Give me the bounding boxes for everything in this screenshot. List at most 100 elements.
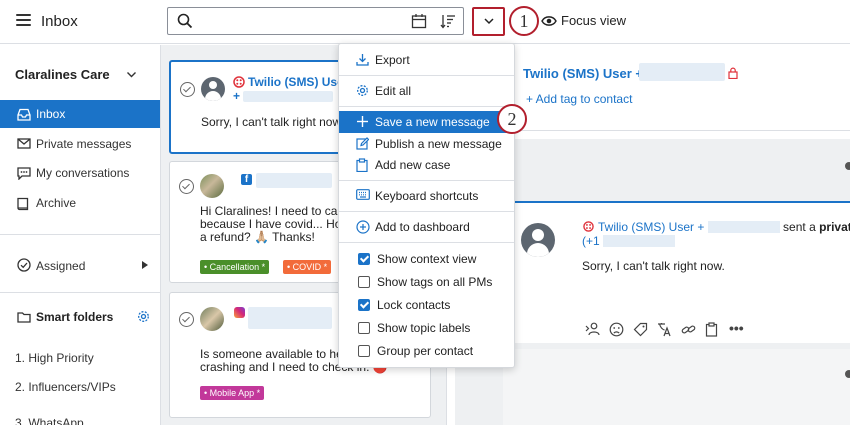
sidebar-item-assigned[interactable]: Assigned bbox=[0, 252, 160, 280]
smart-folder-item[interactable]: 2. Influencers/VIPs bbox=[15, 380, 116, 394]
menu-divider bbox=[339, 242, 514, 243]
toggle-show-tags-on-all-pms[interactable]: Show tags on all PMs bbox=[339, 271, 514, 293]
chat-icon bbox=[17, 167, 31, 180]
expand-arrow-icon bbox=[142, 261, 148, 269]
menu-divider bbox=[339, 211, 514, 212]
more-options-icon[interactable]: ••• bbox=[729, 320, 744, 336]
chevron-down-icon bbox=[484, 18, 494, 25]
toggle-label: Show context view bbox=[377, 252, 477, 266]
circle-plus-icon bbox=[356, 220, 370, 234]
sidebar: Claralines Care Inbox Private messages M… bbox=[0, 45, 161, 425]
select-check-icon[interactable] bbox=[179, 312, 194, 327]
keyboard-icon bbox=[356, 189, 370, 200]
menu-item-label: Publish a new message bbox=[375, 137, 502, 151]
edge-indicator-dot bbox=[845, 370, 850, 378]
menu-divider bbox=[339, 180, 514, 181]
checkbox-checked[interactable] bbox=[358, 299, 370, 311]
message-card: Twilio (SMS) User + sent a private m (+1… bbox=[503, 201, 850, 343]
checkbox-checked[interactable] bbox=[358, 253, 370, 265]
calendar-icon[interactable] bbox=[411, 13, 427, 29]
link-icon[interactable] bbox=[681, 322, 696, 340]
tag-cancellation[interactable]: • Cancellation * bbox=[200, 260, 270, 274]
menu-item-label: Keyboard shortcuts bbox=[375, 189, 479, 203]
sidebar-item-private-messages[interactable]: Private messages bbox=[0, 130, 160, 158]
checkbox-unchecked[interactable] bbox=[358, 345, 370, 357]
message-type: private m bbox=[819, 220, 850, 234]
toggle-label: Show topic labels bbox=[377, 321, 471, 335]
phone-prefix: + bbox=[233, 89, 241, 103]
tag-covid[interactable]: • COVID * bbox=[283, 260, 332, 274]
tag-icon[interactable] bbox=[633, 322, 648, 340]
menu-item-edit-all[interactable]: Edit all bbox=[339, 80, 514, 102]
sender-name[interactable]: Twilio (SMS) User + bbox=[598, 220, 704, 234]
gear-icon[interactable] bbox=[137, 310, 150, 323]
menu-item-label: Edit all bbox=[375, 84, 412, 98]
redacted-phone bbox=[602, 235, 675, 247]
select-check-icon[interactable] bbox=[180, 82, 195, 97]
contact-name[interactable]: Twilio (SMS) User + bbox=[523, 66, 643, 81]
search-icon bbox=[177, 13, 193, 29]
focus-view-toggle[interactable]: Focus view bbox=[541, 13, 626, 28]
download-icon bbox=[356, 54, 369, 66]
toggle-label: Lock contacts bbox=[377, 298, 451, 312]
lock-icon[interactable] bbox=[728, 67, 738, 79]
checkbox-unchecked[interactable] bbox=[358, 276, 370, 288]
step-callout-1: 1 bbox=[509, 6, 539, 36]
toggle-lock-contacts[interactable]: Lock contacts bbox=[339, 294, 514, 316]
checkbox-unchecked[interactable] bbox=[358, 322, 370, 334]
chevron-down-icon[interactable] bbox=[126, 71, 137, 79]
book-icon bbox=[17, 197, 29, 211]
sidebar-item-archive[interactable]: Archive bbox=[0, 189, 160, 217]
add-tag-to-contact-link[interactable]: + Add tag to contact bbox=[526, 92, 632, 106]
check-circle-icon bbox=[17, 258, 31, 272]
edit-icon bbox=[356, 137, 369, 150]
source-name[interactable]: Twilio (SMS) User bbox=[248, 75, 348, 89]
toggle-group-per-contact[interactable]: Group per contact bbox=[339, 340, 514, 362]
edge-indicator-dot bbox=[845, 162, 850, 170]
sidebar-divider bbox=[0, 234, 160, 235]
redacted-name bbox=[256, 173, 332, 188]
smart-folder-item[interactable]: 3. WhatsApp bbox=[15, 416, 84, 425]
twilio-icon bbox=[583, 221, 594, 232]
menu-item-add-to-dashboard[interactable]: Add to dashboard bbox=[339, 216, 514, 238]
search-input[interactable] bbox=[167, 7, 464, 35]
sidebar-item-label: Archive bbox=[36, 196, 77, 210]
redacted-name bbox=[248, 307, 332, 329]
tag-mobile-app[interactable]: • Mobile App * bbox=[200, 386, 265, 400]
clipboard-icon[interactable] bbox=[705, 322, 718, 340]
hamburger-menu-icon[interactable] bbox=[16, 14, 31, 26]
translate-icon[interactable] bbox=[657, 322, 672, 340]
message-preview: Sorry, I can't talk right now. bbox=[201, 115, 344, 129]
menu-item-keyboard-shortcuts[interactable]: Keyboard shortcuts bbox=[339, 185, 514, 207]
focus-view-label: Focus view bbox=[561, 13, 627, 28]
inbox-icon bbox=[17, 108, 31, 121]
options-dropdown-button[interactable] bbox=[472, 7, 505, 36]
sentiment-icon[interactable] bbox=[609, 322, 624, 340]
avatar bbox=[521, 223, 555, 257]
menu-item-export[interactable]: Export bbox=[339, 49, 514, 71]
page-title: Inbox bbox=[41, 13, 78, 30]
sent-label: sent a bbox=[783, 220, 816, 234]
sidebar-item-inbox[interactable]: Inbox bbox=[0, 100, 160, 128]
menu-divider bbox=[339, 106, 514, 107]
menu-item-add-new-case[interactable]: Add new case bbox=[339, 154, 514, 176]
menu-item-label: Save a new message bbox=[375, 115, 490, 129]
toggle-label: Group per contact bbox=[377, 344, 474, 358]
toggle-show-topic-labels[interactable]: Show topic labels bbox=[339, 317, 514, 339]
sort-icon[interactable] bbox=[440, 13, 456, 29]
sidebar-item-my-conversations[interactable]: My conversations bbox=[0, 159, 160, 187]
toggle-show-context-view[interactable]: Show context view bbox=[339, 248, 514, 270]
redacted-phone bbox=[639, 63, 725, 81]
menu-item-publish-new-message[interactable]: Publish a new message bbox=[339, 133, 514, 155]
avatar bbox=[201, 77, 225, 101]
step-callout-2: 2 bbox=[497, 104, 527, 134]
toggle-label: Show tags on all PMs bbox=[377, 275, 493, 289]
redacted-phone bbox=[243, 91, 333, 102]
assign-user-icon[interactable] bbox=[585, 322, 601, 339]
smart-folder-item[interactable]: 1. High Priority bbox=[15, 351, 94, 365]
select-check-icon[interactable] bbox=[179, 179, 194, 194]
menu-item-save-new-message[interactable]: Save a new message bbox=[339, 111, 514, 133]
menu-item-label: Add to dashboard bbox=[375, 220, 470, 234]
gear-icon bbox=[357, 85, 368, 96]
thread-next-message bbox=[503, 349, 850, 425]
